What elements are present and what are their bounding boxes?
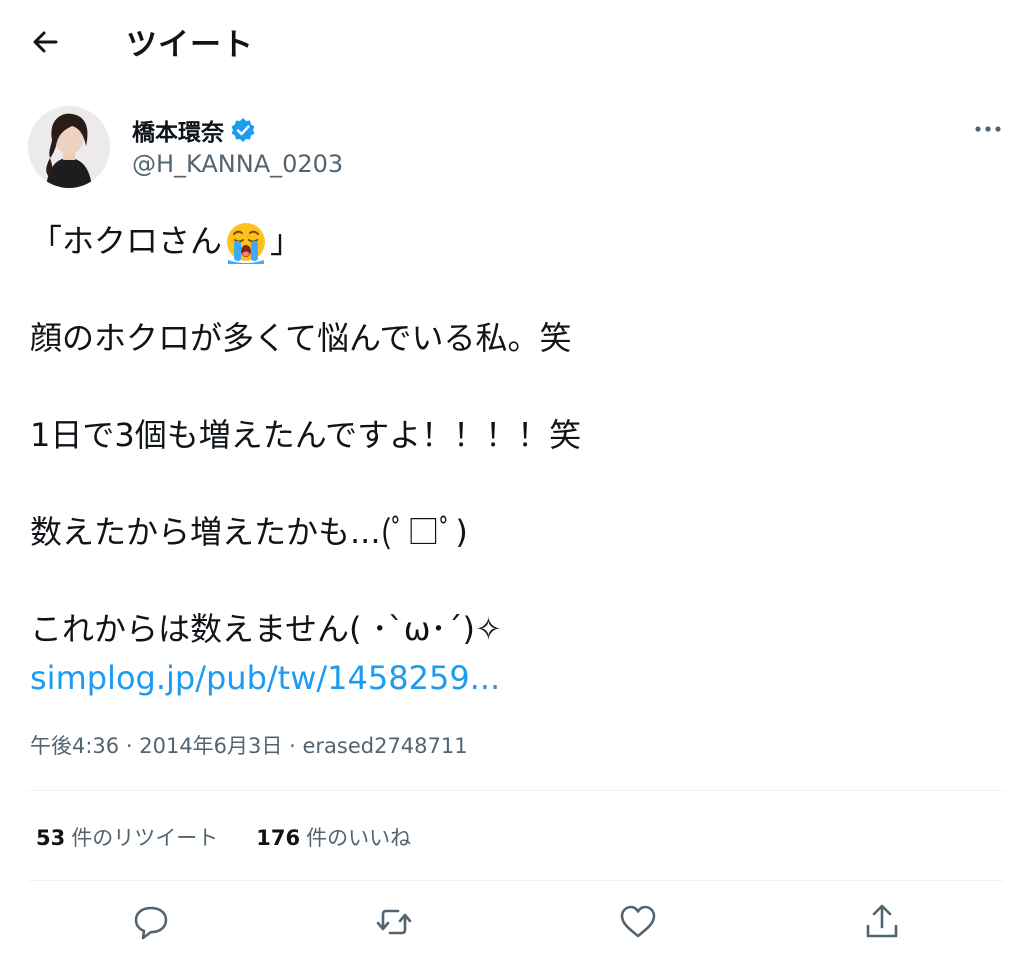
- retweets-count: 53: [36, 826, 66, 850]
- header: ツイート: [0, 0, 1024, 82]
- meta-separator-2: ·: [289, 734, 296, 758]
- tweet-line-1-text: 「ホクロさん: [30, 222, 223, 260]
- tweet-actions: [0, 900, 1024, 946]
- back-arrow-icon: [33, 31, 58, 53]
- tweet-line-1: 「ホクロさん 」: [30, 218, 302, 265]
- reply-button[interactable]: [131, 900, 171, 944]
- avatar-image: [28, 106, 110, 188]
- more-button[interactable]: [968, 112, 1008, 146]
- share-button[interactable]: [862, 900, 902, 944]
- author-name[interactable]: 橋本環奈: [132, 113, 256, 147]
- retweet-icon: [376, 909, 412, 935]
- likes-label: 件のいいね: [306, 826, 412, 850]
- divider: [28, 790, 1004, 791]
- tweet-line-2: 顔のホクロが多くて悩んでいる私。笑: [30, 319, 572, 357]
- tweet-time[interactable]: 午後4:36: [30, 734, 119, 758]
- like-button[interactable]: [618, 900, 658, 944]
- retweets-stat[interactable]: 53 件のリツイート: [36, 822, 218, 852]
- meta-separator-1: ·: [125, 734, 133, 758]
- likes-count: 176: [256, 826, 301, 850]
- tweet-line-5: これからは数えません( ･`ω･´)✧: [30, 610, 502, 648]
- more-icon: [975, 126, 1001, 132]
- retweets-label: 件のリツイート: [71, 826, 219, 850]
- tweet-line-4: 数えたから増えたかも...(ﾟ□ﾟ): [30, 513, 468, 551]
- author-name-text: 橋本環奈: [132, 120, 224, 146]
- reply-icon: [134, 906, 168, 940]
- divider: [28, 880, 1004, 881]
- likes-stat[interactable]: 176 件のいいね: [256, 822, 411, 852]
- tweet-line-1-end: 」: [270, 222, 303, 260]
- tweet-link[interactable]: simplog.jp/pub/tw/1458259...: [30, 655, 500, 702]
- share-icon: [866, 904, 898, 938]
- tweet-line-3: 1日で3個も増えたんですよ！！！！笑: [30, 416, 582, 454]
- tweet-date[interactable]: 2014年6月3日: [139, 734, 282, 758]
- avatar[interactable]: [28, 106, 110, 188]
- retweet-button[interactable]: [374, 900, 414, 944]
- tweet-stats: 53 件のリツイート 176 件のいいね: [36, 822, 411, 852]
- author-handle[interactable]: @H_KANNA_0203: [132, 150, 343, 178]
- page-title: ツイート: [126, 27, 254, 63]
- back-button[interactable]: [28, 24, 64, 60]
- crying-face-icon: [227, 222, 266, 264]
- verified-badge-icon: [231, 118, 255, 142]
- tweet-meta: 午後4:36 · 2014年6月3日 · erased2748711: [30, 730, 468, 760]
- like-icon: [620, 905, 656, 938]
- tweet-source: erased2748711: [302, 734, 468, 758]
